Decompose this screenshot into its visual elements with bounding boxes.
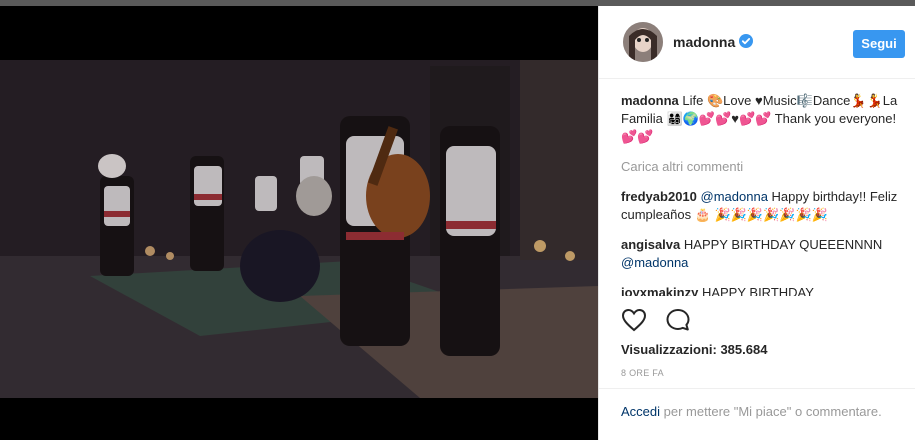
login-prompt-text: per mettere "Mi piace" o commentare. — [663, 404, 882, 419]
comment-item: joyxmakinzy HAPPY BIRTHDAY — [621, 284, 901, 296]
video-frame — [0, 6, 598, 440]
login-link[interactable]: Accedi — [621, 404, 660, 419]
comment-author[interactable]: angisalva — [621, 237, 680, 252]
comment-text: HAPPY BIRTHDAY QUEEENNNN — [683, 237, 883, 252]
load-more-comments[interactable]: Carica altri commenti — [621, 158, 901, 176]
post-timestamp[interactable]: 8 ORE FA — [621, 368, 664, 378]
login-prompt: Accedi per mettere "Mi piace" o commenta… — [621, 402, 901, 421]
view-count: Visualizzazioni: 385.684 — [621, 342, 768, 357]
comment-mention[interactable]: @madonna — [701, 189, 768, 204]
verified-badge-icon — [739, 34, 753, 48]
divider — [599, 388, 915, 389]
comment-icon[interactable] — [665, 308, 691, 337]
post-side-panel: madonna Segui madonna Life 🎨Love ♥Music🎼… — [598, 6, 915, 440]
caption-author[interactable]: madonna — [621, 93, 679, 108]
action-bar — [621, 308, 705, 337]
comment-author[interactable]: fredyab2010 — [621, 189, 697, 204]
caption: madonna Life 🎨Love ♥Music🎼Dance💃💃La Fami… — [621, 92, 901, 146]
comment-author[interactable]: joyxmakinzy — [621, 285, 698, 296]
post-author-username[interactable]: madonna — [673, 34, 735, 50]
avatar[interactable] — [623, 22, 663, 62]
video-player[interactable] — [0, 6, 598, 440]
follow-button[interactable]: Segui — [853, 30, 905, 58]
heart-icon[interactable] — [621, 308, 647, 337]
post-header: madonna Segui — [599, 6, 915, 79]
comment-item: fredyab2010 @madonna Happy birthday!! Fe… — [621, 188, 901, 224]
comment-item: angisalva HAPPY BIRTHDAY QUEEENNNN @mado… — [621, 236, 901, 272]
comment-text: HAPPY BIRTHDAY — [701, 285, 814, 296]
comments-list[interactable]: madonna Life 🎨Love ♥Music🎼Dance💃💃La Fami… — [621, 92, 901, 296]
comment-mention[interactable]: @madonna — [621, 255, 688, 270]
